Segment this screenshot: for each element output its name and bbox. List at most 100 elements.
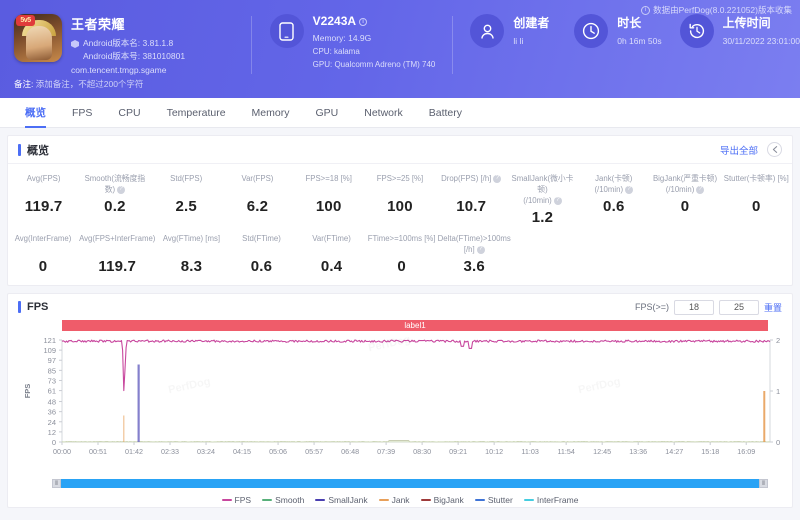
legend-item-interframe[interactable]: InterFrame bbox=[523, 495, 578, 505]
fps-plot-svg[interactable]: 01224364861738597109121FPS012Jank00:0000… bbox=[18, 334, 784, 464]
remark-placeholder[interactable]: 添加备注，不超过200个字符 bbox=[36, 79, 144, 89]
svg-text:73: 73 bbox=[48, 376, 56, 385]
help-icon[interactable]: ? bbox=[625, 185, 634, 194]
metric-value: 100 bbox=[315, 198, 342, 215]
legend-label: Smooth bbox=[275, 495, 305, 505]
metric-label: Avg(FPS+InterFrame) bbox=[79, 234, 156, 243]
remark-row[interactable]: 备注: 添加备注，不超过200个字符 bbox=[14, 78, 143, 90]
svg-text:FPS: FPS bbox=[23, 384, 32, 399]
metric-label: BigJank(严重卡顿) bbox=[652, 174, 718, 183]
device-model: V2243A i bbox=[313, 14, 436, 28]
tab-memory[interactable]: Memory bbox=[239, 98, 303, 128]
svg-text:14:27: 14:27 bbox=[665, 447, 683, 456]
app-info-block: 5v5 王者荣耀 Android版本名: 3.81.1.8 Android版本号… bbox=[0, 14, 251, 75]
metrics-row-2: Avg(InterFrame) 0 Avg(FPS+InterFrame) 11… bbox=[8, 228, 792, 277]
legend-swatch bbox=[474, 499, 485, 501]
device-memory: Memory: 14.9G bbox=[312, 33, 372, 43]
creator-value: li li bbox=[513, 36, 524, 46]
chart-legend[interactable]: FPS Smooth SmallJank Jank BigJank Stutter Inte… bbox=[8, 493, 792, 507]
metric-avg-fps-interframe: Avg(FPS+InterFrame) 119.7 bbox=[78, 228, 156, 277]
metric-var-ftime: Var(FTime) 0.4 bbox=[297, 228, 367, 277]
svg-text:11:54: 11:54 bbox=[557, 447, 574, 456]
metric-jank: Jank(卡顿) (/10min)? 0.6 bbox=[578, 168, 649, 228]
collapse-left-button[interactable] bbox=[767, 142, 782, 157]
device-info-icon[interactable]: i bbox=[359, 17, 368, 26]
upload-time-value: 30/11/2022 23:01:00 bbox=[722, 36, 800, 46]
fps-chart-plot[interactable]: label1 01224364861738597109121FPS012Jank… bbox=[18, 320, 782, 478]
phone-icon bbox=[269, 14, 304, 48]
duration-label: 时长 bbox=[617, 16, 642, 30]
metric-label: FPS>=18 [%] bbox=[305, 174, 352, 183]
help-icon[interactable]: ? bbox=[696, 185, 705, 194]
fps-threshold-label: FPS(>=) bbox=[634, 302, 669, 312]
svg-text:16:09: 16:09 bbox=[737, 447, 755, 456]
svg-text:36: 36 bbox=[48, 408, 56, 417]
scrollbar-track[interactable]: ⦀ ⦀ bbox=[52, 479, 768, 488]
legend-item-fps[interactable]: FPS bbox=[221, 495, 251, 505]
chart-scrollbar[interactable]: ⦀ ⦀ bbox=[18, 478, 782, 490]
help-icon[interactable]: ? bbox=[553, 196, 562, 205]
legend-item-smooth[interactable]: Smooth bbox=[262, 495, 304, 505]
metric-avg-interframe: Avg(InterFrame) 0 bbox=[8, 228, 78, 277]
svg-text:09:21: 09:21 bbox=[449, 447, 467, 456]
svg-text:85: 85 bbox=[48, 366, 56, 375]
legend-item-stutter[interactable]: Stutter bbox=[474, 495, 513, 505]
scrollbar-thumb[interactable] bbox=[52, 479, 768, 488]
svg-text:00:51: 00:51 bbox=[89, 447, 107, 456]
metric-spacer-3 bbox=[652, 228, 722, 277]
label-bar[interactable]: label1 bbox=[62, 320, 768, 331]
app-version-code: Android版本号: 381010801 bbox=[83, 51, 186, 61]
svg-text:06:48: 06:48 bbox=[341, 447, 359, 456]
reset-link[interactable]: 重置 bbox=[764, 301, 782, 314]
app-version-name: Android版本名: 3.81.1.8 bbox=[83, 38, 174, 48]
info-icon: i bbox=[641, 5, 651, 15]
tab-overview[interactable]: 概览 bbox=[12, 98, 59, 128]
help-icon[interactable]: ? bbox=[493, 174, 502, 183]
main-tabbar[interactable]: 概览 FPS CPU Temperature Memory GPU Networ… bbox=[0, 98, 800, 128]
device-cpu: CPU: kalama bbox=[312, 47, 360, 56]
legend-item-jank[interactable]: Jank bbox=[378, 495, 410, 505]
app-icon-face bbox=[26, 26, 52, 60]
legend-swatch bbox=[378, 499, 389, 501]
help-icon[interactable]: ? bbox=[117, 185, 126, 194]
svg-text:0: 0 bbox=[776, 438, 780, 447]
tab-temperature[interactable]: Temperature bbox=[154, 98, 239, 128]
tab-gpu[interactable]: GPU bbox=[302, 98, 351, 128]
export-all-link[interactable]: 导出全部 bbox=[720, 143, 758, 157]
legend-item-smalljank[interactable]: SmallJank bbox=[315, 495, 368, 505]
svg-text:0: 0 bbox=[52, 438, 56, 447]
tab-cpu[interactable]: CPU bbox=[105, 98, 153, 128]
metric-label: Var(FTime) bbox=[312, 234, 351, 243]
fps-threshold-low-input[interactable]: 18 bbox=[673, 299, 714, 315]
svg-text:97: 97 bbox=[48, 356, 56, 365]
help-icon[interactable]: ? bbox=[476, 245, 485, 254]
user-icon bbox=[470, 14, 505, 48]
legend-label: BigJank bbox=[433, 495, 464, 505]
scrollbar-handle-left[interactable]: ⦀ bbox=[52, 479, 61, 488]
metric-label: Std(FPS) bbox=[170, 174, 203, 183]
metric-label: Drop(FPS) [/h] bbox=[441, 174, 492, 183]
legend-item-bigjank[interactable]: BigJank bbox=[420, 495, 464, 505]
tab-battery[interactable]: Battery bbox=[416, 98, 475, 128]
metric-label: SmallJank(微小卡顿) bbox=[511, 174, 574, 194]
metric-value: 0.2 bbox=[104, 198, 126, 215]
metric-value: 0 bbox=[752, 198, 761, 215]
legend-label: Jank bbox=[391, 495, 410, 505]
svg-text:1: 1 bbox=[776, 387, 780, 396]
metric-spacer-1 bbox=[512, 228, 582, 277]
app-icon: 5v5 bbox=[14, 14, 62, 62]
svg-text:00:00: 00:00 bbox=[53, 447, 71, 456]
fps-threshold-high-input[interactable]: 25 bbox=[718, 299, 759, 315]
tab-fps[interactable]: FPS bbox=[59, 98, 105, 128]
tab-network[interactable]: Network bbox=[351, 98, 416, 128]
svg-text:07:39: 07:39 bbox=[377, 447, 395, 456]
scrollbar-handle-right[interactable]: ⦀ bbox=[759, 479, 768, 488]
metric-label: FPS>=25 [%] bbox=[376, 174, 424, 183]
metric-ftime-ge-100ms: FTime>=100ms [%] 0 bbox=[367, 228, 437, 277]
creator-label: 创建者 bbox=[513, 16, 550, 30]
fps-chart-header: FPS FPS(>=) 18 25 重置 bbox=[8, 294, 792, 320]
legend-label: SmallJank bbox=[328, 495, 368, 505]
collect-version-note: i 数据由PerfDog(8.0.221052)版本收集 bbox=[641, 4, 792, 16]
svg-text:48: 48 bbox=[48, 398, 56, 407]
metric-fps-ge-18: FPS>=18 [%] 100 bbox=[293, 168, 364, 228]
